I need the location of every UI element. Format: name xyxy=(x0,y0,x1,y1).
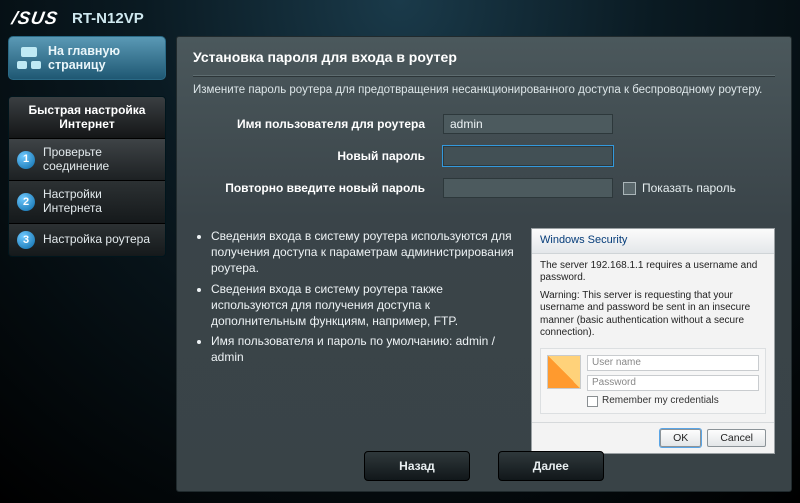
step-check-connection[interactable]: 1 Проверьте соединение xyxy=(9,138,165,181)
checkbox-icon xyxy=(623,182,636,195)
step-label: Проверьте соединение xyxy=(43,146,157,174)
step-number-1: 1 xyxy=(17,151,35,169)
dialog-ok-button[interactable]: OK xyxy=(660,429,701,447)
list-item: Сведения входа в систему роутера также и… xyxy=(211,281,515,330)
username-input[interactable] xyxy=(443,114,613,134)
dialog-warning: Warning: This server is requesting that … xyxy=(540,290,766,340)
dialog-cancel-button[interactable]: Cancel xyxy=(707,429,766,447)
home-label: На главную страницу xyxy=(48,44,157,73)
password-input[interactable] xyxy=(443,146,613,166)
checkbox-icon xyxy=(587,396,598,407)
divider xyxy=(193,75,775,76)
remember-credentials-toggle[interactable]: Remember my credentials xyxy=(587,395,759,408)
show-password-label: Показать пароль xyxy=(642,181,736,195)
next-button[interactable]: Далее xyxy=(498,451,604,481)
intro-text: Измените пароль роутера для предотвращен… xyxy=(193,84,775,96)
step-number-2: 2 xyxy=(17,193,35,211)
dialog-password-input[interactable]: Password xyxy=(587,375,759,391)
main-panel: Установка пароля для входа в роутер Изме… xyxy=(176,36,792,492)
network-icon xyxy=(17,47,41,69)
step-internet-settings[interactable]: 2 Настройки Интернета xyxy=(9,180,165,223)
password-label: Новый пароль xyxy=(193,149,443,163)
step-number-3: 3 xyxy=(17,231,35,249)
credential-icon xyxy=(547,355,581,389)
qis-panel: Быстрая настройка Интернет 1 Проверьте с… xyxy=(8,96,166,257)
model-name: RT-N12VP xyxy=(72,10,144,27)
step-router-settings[interactable]: 3 Настройка роутера xyxy=(9,223,165,256)
brand-logo: /SUS xyxy=(10,8,60,29)
confirm-password-input[interactable] xyxy=(443,178,613,198)
step-label: Настройки Интернета xyxy=(43,188,157,216)
list-item: Имя пользователя и пароль по умолчанию: … xyxy=(211,333,515,365)
qis-title: Быстрая настройка Интернет xyxy=(9,97,165,138)
page-title: Установка пароля для входа в роутер xyxy=(193,49,775,65)
confirm-password-label: Повторно введите новый пароль xyxy=(193,181,443,195)
username-label: Имя пользователя для роутера xyxy=(193,117,443,131)
dialog-username-input[interactable]: User name xyxy=(587,355,759,371)
remember-label: Remember my credentials xyxy=(602,395,719,408)
home-button[interactable]: На главную страницу xyxy=(8,36,166,80)
dialog-text: The server 192.168.1.1 requires a userna… xyxy=(540,260,766,285)
info-bullets: Сведения входа в систему роутера использ… xyxy=(193,228,515,454)
dialog-title: Windows Security xyxy=(532,229,774,254)
list-item: Сведения входа в систему роутера использ… xyxy=(211,228,515,277)
show-password-toggle[interactable]: Показать пароль xyxy=(623,181,736,195)
back-button[interactable]: Назад xyxy=(364,451,470,481)
step-label: Настройка роутера xyxy=(43,233,150,247)
windows-security-dialog: Windows Security The server 192.168.1.1 … xyxy=(531,228,775,454)
